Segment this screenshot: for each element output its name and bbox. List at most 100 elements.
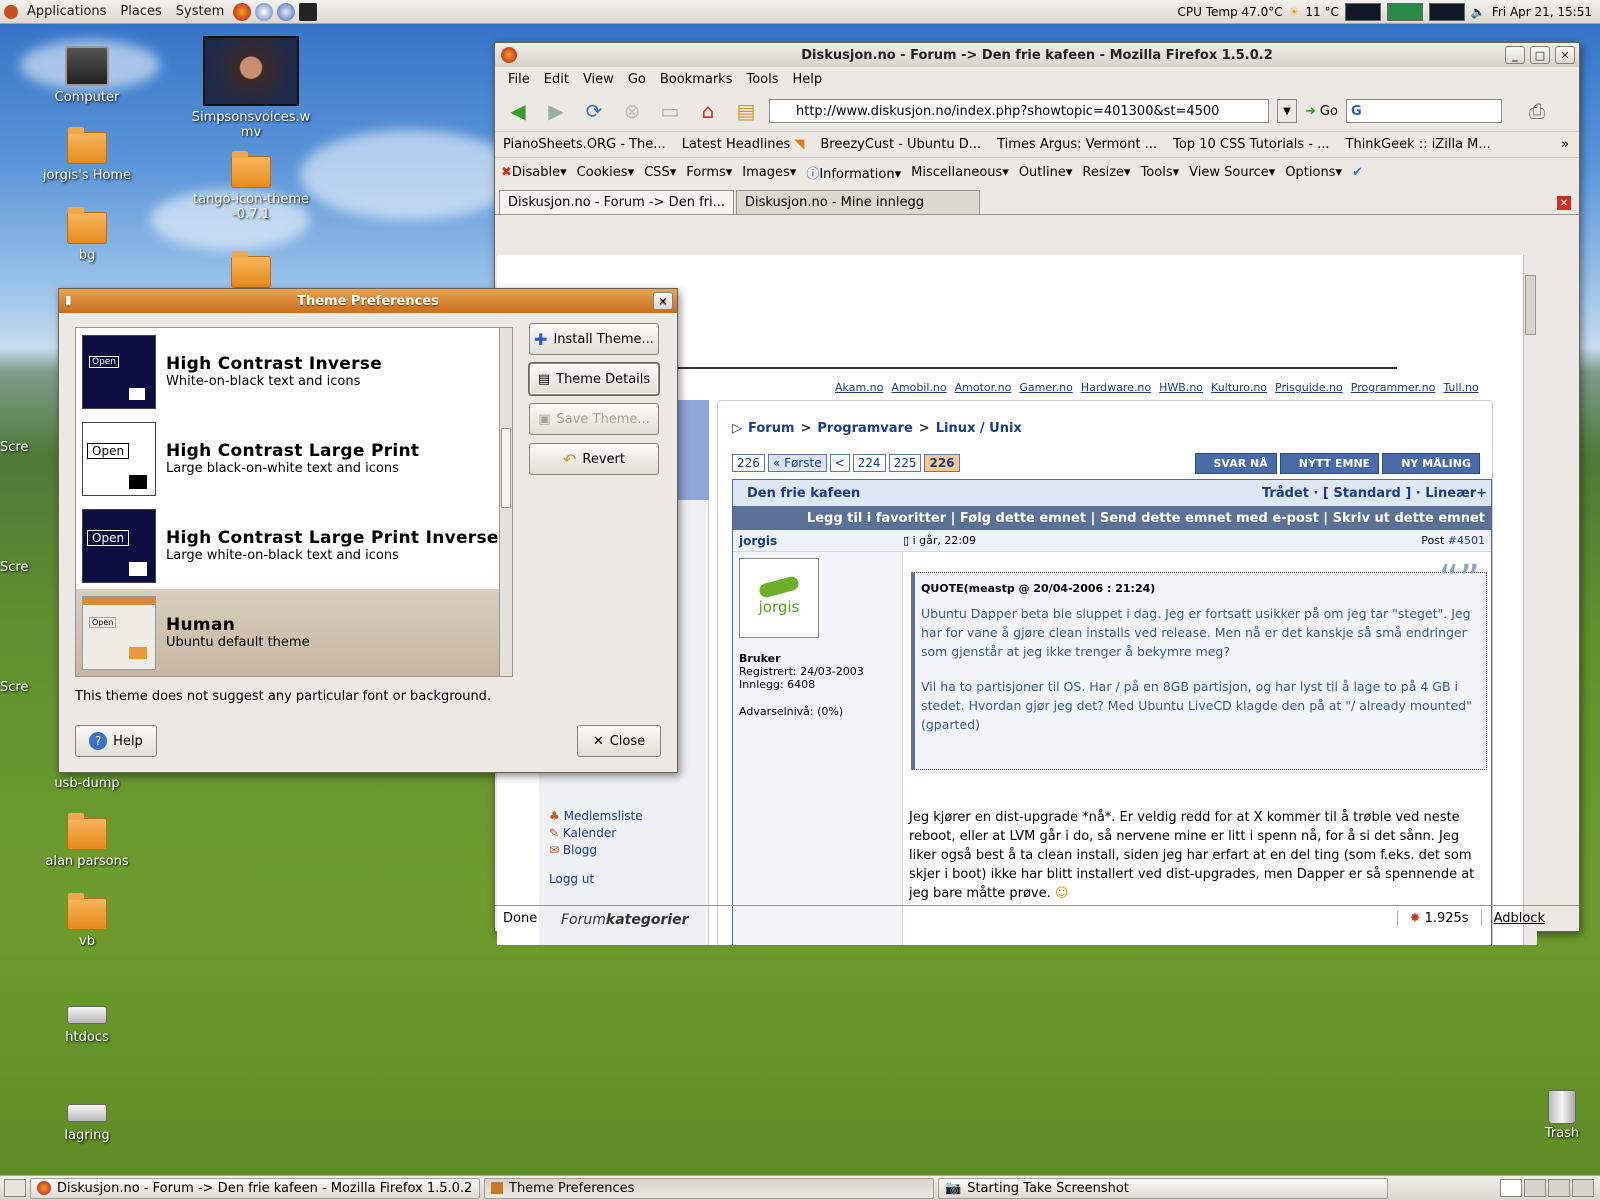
menu-help[interactable]: Help xyxy=(786,72,830,87)
site-link[interactable]: Tull.no xyxy=(1443,381,1478,394)
reply-button[interactable]: SVAR NÅ xyxy=(1194,453,1277,474)
theme-item[interactable]: Open High Contrast Large Print Inverse La… xyxy=(76,502,512,589)
site-link[interactable]: Amotor.no xyxy=(955,381,1012,394)
desktop-icon-screenshot-3[interactable]: Scre xyxy=(0,680,60,695)
revert-button[interactable]: ↶ Revert xyxy=(529,443,659,475)
firefox-titlebar[interactable]: Diskusjon.no - Forum -> Den frie kafeen … xyxy=(495,43,1579,67)
weather-temp[interactable]: 11 °C xyxy=(1305,5,1338,19)
webdev-outline[interactable]: Outline▾ xyxy=(1019,165,1073,180)
theme-list[interactable]: Open High Contrast Inverse White-on-black… xyxy=(75,327,513,677)
page-prev[interactable]: < xyxy=(829,454,850,472)
menu-tools[interactable]: Tools xyxy=(739,72,785,87)
bookmark-folder-icon[interactable]: ▤ xyxy=(731,96,761,126)
volume-icon[interactable]: 🔈 xyxy=(1471,5,1486,19)
weather-icon[interactable]: ☀ xyxy=(1289,5,1300,19)
webdev-misc[interactable]: Miscellaneous▾ xyxy=(911,165,1009,180)
site-link[interactable]: Hardware.no xyxy=(1081,381,1151,394)
desktop-icon-lagring[interactable]: lagring xyxy=(32,1104,142,1143)
desktop-icon-trash[interactable]: Trash xyxy=(1530,1090,1594,1141)
save-theme-button[interactable]: ▣ Save Theme... xyxy=(529,403,659,435)
net-monitor-graph[interactable] xyxy=(1428,3,1465,21)
bookmark-item[interactable]: Latest Headlines ◥ xyxy=(682,137,805,152)
clock[interactable]: Fri Apr 21, 15:51 xyxy=(1492,5,1592,19)
tab-forum[interactable]: Diskusjon.no - Forum -> Den fri... xyxy=(499,190,734,214)
desktop-icon-vb[interactable]: vb xyxy=(32,893,142,949)
install-theme-button[interactable]: ✚ Install Theme... xyxy=(529,323,659,355)
workspace-1[interactable] xyxy=(1500,1179,1522,1197)
desktop-icon-tango[interactable]: tango-icon-theme-0.7.1 xyxy=(186,151,316,222)
new-poll-button[interactable]: NY MÅLING xyxy=(1382,453,1480,474)
webdev-disable[interactable]: ✖Disable▾ xyxy=(501,165,567,180)
breadcrumb-forum[interactable]: Forum xyxy=(748,421,795,436)
close-button[interactable]: ✕ Close xyxy=(577,725,661,757)
site-link[interactable]: HWB.no xyxy=(1159,381,1203,394)
new-tab-icon[interactable]: ▭ xyxy=(655,96,685,126)
cpu-monitor-graph[interactable] xyxy=(1344,3,1381,21)
tab-mine-innlegg[interactable]: Diskusjon.no - Mine innlegg xyxy=(736,190,980,214)
url-bar[interactable]: http://www.diskusjon.no/index.php?showto… xyxy=(769,99,1269,123)
theme-item[interactable]: Open High Contrast Large Print Large blac… xyxy=(76,415,512,502)
webdev-css[interactable]: CSS▾ xyxy=(644,165,676,180)
theme-details-button[interactable]: ▤ Theme Details xyxy=(529,363,659,395)
menu-go[interactable]: Go xyxy=(621,72,653,87)
go-button[interactable]: ➜ Go xyxy=(1305,104,1338,119)
terminal-launcher-icon[interactable] xyxy=(299,2,318,21)
menu-bookmarks[interactable]: Bookmarks xyxy=(653,72,740,87)
page-225[interactable]: 225 xyxy=(888,454,922,472)
show-desktop-icon[interactable] xyxy=(4,1179,26,1197)
workspace-3[interactable] xyxy=(1548,1179,1570,1197)
mem-monitor-graph[interactable] xyxy=(1386,3,1423,21)
dialog-titlebar[interactable]: ▮ Theme Preferences ✕ xyxy=(59,289,677,313)
new-topic-button[interactable]: NYTT EMNE xyxy=(1279,453,1380,474)
theme-list-scrollbar[interactable] xyxy=(499,327,513,677)
ubuntu-logo-icon[interactable] xyxy=(4,4,18,19)
webdev-view-source[interactable]: View Source▾ xyxy=(1189,165,1275,180)
workspace-2[interactable] xyxy=(1524,1179,1546,1197)
adblock-button[interactable]: Adblock xyxy=(1480,911,1579,926)
page-224[interactable]: 224 xyxy=(852,454,886,472)
home-icon[interactable]: ⌂ xyxy=(693,96,723,126)
theme-item-selected[interactable]: Open Human Ubuntu default theme xyxy=(76,589,512,676)
back-arrow-icon[interactable]: ◀ xyxy=(503,96,533,126)
firefox-launcher-icon[interactable] xyxy=(233,2,252,21)
desktop-icon-alan-parsons[interactable]: alan parsons xyxy=(32,813,142,869)
desktop-icon-folder[interactable] xyxy=(186,251,316,292)
dialog-close-x-button[interactable]: ✕ xyxy=(653,292,673,310)
scrollbar-thumb[interactable] xyxy=(1525,275,1536,335)
webdev-cookies[interactable]: Cookies▾ xyxy=(577,165,634,180)
menu-applications[interactable]: Applications xyxy=(20,4,113,19)
bookmark-item[interactable]: BreezyCust - Ubuntu D... xyxy=(820,137,981,152)
bookmark-item[interactable]: Top 10 CSS Tutorials - ... xyxy=(1173,137,1329,152)
workspace-switcher[interactable] xyxy=(1500,1179,1594,1197)
help-launcher-icon[interactable] xyxy=(277,2,296,21)
check-icon[interactable]: ✔ xyxy=(1352,165,1363,180)
bookmark-item[interactable]: Times Argus: Vermont ... xyxy=(997,137,1157,152)
desktop-icon-computer[interactable]: Computer xyxy=(32,46,142,105)
view-modes[interactable]: Trådet · [ Standard ] · Lineær+ xyxy=(1262,486,1487,501)
sidebar-link-members[interactable]: ♣ Medlemsliste xyxy=(549,808,643,825)
browser-launcher-icon[interactable] xyxy=(255,2,274,21)
sidebar-link-logout[interactable]: Logg ut xyxy=(549,871,643,888)
webdev-tools[interactable]: Tools▾ xyxy=(1141,165,1180,180)
desktop-icon-htdocs[interactable]: htdocs xyxy=(32,1006,142,1045)
desktop-icon-video[interactable]: Simpsonsvoices.wmv xyxy=(186,36,316,140)
scrollbar-thumb[interactable] xyxy=(501,428,511,508)
bookmarks-overflow-icon[interactable]: » xyxy=(1561,137,1569,152)
taskbar-item-screenshot[interactable]: 📷 Starting Take Screenshot xyxy=(938,1177,1388,1199)
site-link[interactable]: Prisguide.no xyxy=(1275,381,1343,394)
theme-item[interactable]: Open High Contrast Inverse White-on-black… xyxy=(76,328,512,415)
post-author[interactable]: jorgis xyxy=(733,534,903,548)
print-icon[interactable]: ⎙ xyxy=(1522,96,1552,126)
breadcrumb-linux[interactable]: Linux / Unix xyxy=(936,421,1022,436)
dialog-menu-icon[interactable]: ▮ xyxy=(65,293,72,307)
close-tab-icon[interactable]: ✕ xyxy=(1557,196,1571,210)
bookmark-item[interactable]: ThinkGeek :: iZilla M... xyxy=(1346,137,1491,152)
webdev-options[interactable]: Options▾ xyxy=(1285,165,1342,180)
help-button[interactable]: ? Help xyxy=(75,725,157,757)
taskbar-item-theme-preferences[interactable]: Theme Preferences xyxy=(484,1177,934,1199)
menu-edit[interactable]: Edit xyxy=(537,72,576,87)
menu-system[interactable]: System xyxy=(169,4,231,19)
workspace-4[interactable] xyxy=(1572,1179,1594,1197)
url-dropdown-icon[interactable]: ▼ xyxy=(1277,99,1297,123)
bookmark-item[interactable]: PianoSheets.ORG - The... xyxy=(503,137,666,152)
